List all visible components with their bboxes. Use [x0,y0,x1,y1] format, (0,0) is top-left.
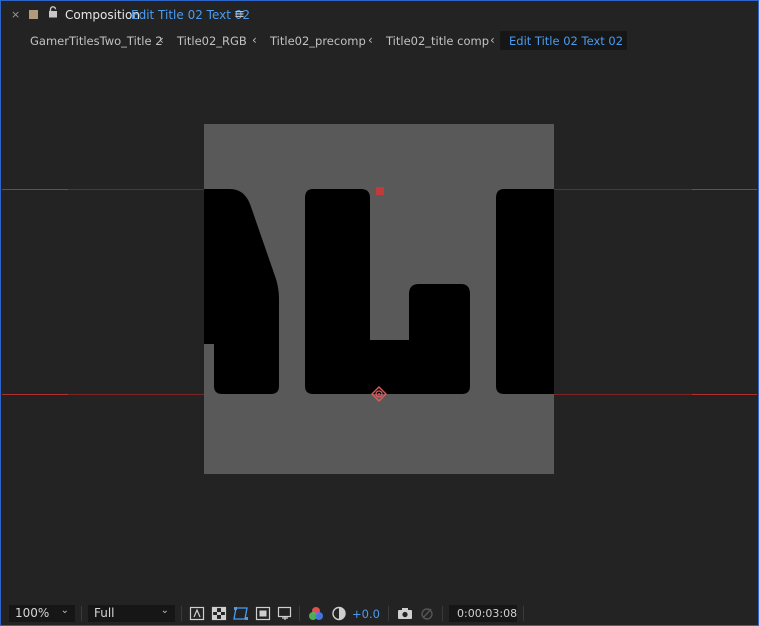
composition-viewer[interactable] [2,55,757,600]
breadcrumb-item-active[interactable]: Edit Title 02 Text 02 [500,31,627,50]
take-snapshot-icon[interactable] [397,606,413,621]
breadcrumb-item[interactable]: GamerTitlesTwo_Title 2 [30,34,163,48]
position-handle[interactable] [376,187,384,195]
mask-path-visibility-icon[interactable] [233,606,249,621]
label-color-swatch[interactable] [29,10,38,19]
breadcrumb-separator: ‹ [490,33,495,47]
current-time-display[interactable]: 0:00:03:08 [449,605,517,622]
resolution-value: Full [94,606,115,620]
snapshot-region-icon[interactable] [189,606,205,621]
lock-icon[interactable] [48,6,58,18]
breadcrumb-item[interactable]: Title02_precomp [270,34,366,48]
guide-line-segment [692,189,757,190]
chevron-down-icon: ⌄ [160,605,169,616]
show-snapshot-icon[interactable] [419,606,435,621]
toolbar-divider [523,606,524,621]
toolbar-divider [181,606,182,621]
viewer-toolbar: 100% ⌄ Full ⌄ +0.0 0:00:03:08 [1,602,758,625]
close-icon[interactable]: × [11,8,20,21]
toolbar-divider [388,606,389,621]
breadcrumb-separator: ‹ [159,33,164,47]
breadcrumb-item[interactable]: Title02_RGB [177,34,247,48]
breadcrumb-item[interactable]: Title02_title comp [386,34,489,48]
guide-line-segment [692,394,757,395]
composition-panel: × Composition Edit Title 02 Text 02 ≡ Ga… [0,0,759,626]
guide-line-segment [2,394,68,395]
toolbar-divider [81,606,82,621]
safe-margins-icon[interactable] [255,606,271,621]
magnification-value: 100% [15,606,50,620]
resolution-dropdown[interactable]: Full ⌄ [88,605,175,622]
active-composition-name[interactable]: Edit Title 02 Text 02 [131,8,250,22]
breadcrumb-separator: ‹ [252,33,257,47]
composition-canvas[interactable] [204,124,554,474]
breadcrumb-separator: ‹ [368,33,373,47]
toolbar-divider [299,606,300,621]
toolbar-divider [442,606,443,621]
chevron-down-icon: ⌄ [60,605,69,616]
color-channels-icon[interactable] [308,606,324,621]
anchor-point-icon[interactable] [371,386,387,402]
region-of-interest-icon[interactable] [277,606,293,621]
transparency-grid-icon[interactable] [211,606,227,621]
exposure-value[interactable]: +0.0 [352,607,380,621]
composition-navigator: GamerTitlesTwo_Title 2 ‹ Title02_RGB ‹ T… [1,31,758,51]
guide-line-segment [2,189,68,190]
panel-title: Composition [65,8,140,22]
reset-exposure-icon[interactable] [331,606,347,621]
text-layer-glyphs[interactable] [204,124,554,474]
panel-menu-icon[interactable]: ≡ [234,7,245,22]
magnification-dropdown[interactable]: 100% ⌄ [9,605,75,622]
panel-tab-bar: × Composition Edit Title 02 Text 02 ≡ [1,1,758,29]
